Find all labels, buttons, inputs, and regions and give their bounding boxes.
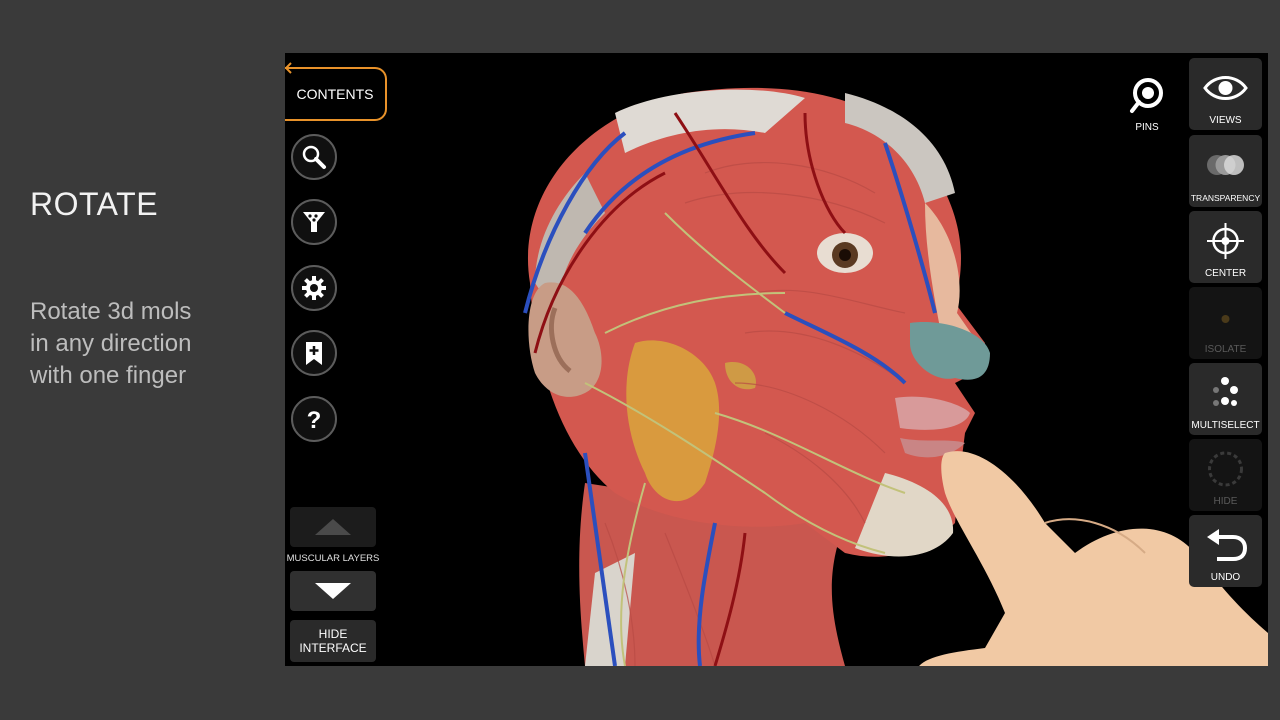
- undo-arrow-icon: [1207, 529, 1248, 561]
- svg-text:?: ?: [307, 407, 322, 433]
- triangle-down-icon: [315, 583, 351, 599]
- description-line-1: Rotate 3d mols: [30, 298, 192, 325]
- help-button[interactable]: ?: [291, 396, 337, 442]
- settings-button[interactable]: [291, 265, 337, 311]
- help-icon: ?: [307, 407, 322, 433]
- hide-interface-line1: HIDE: [318, 627, 348, 641]
- bookmark-button[interactable]: [291, 330, 337, 376]
- pin-icon: [1130, 78, 1163, 113]
- crosshair-icon: [1207, 223, 1244, 259]
- hide-button[interactable]: HIDE: [1189, 439, 1262, 511]
- search-icon: [302, 145, 326, 169]
- muscular-layers-label: MUSCULAR LAYERS: [286, 553, 380, 564]
- views-label: VIEWS: [1209, 115, 1242, 126]
- gear-icon: [302, 276, 326, 300]
- pins-button[interactable]: PINS: [1123, 77, 1171, 133]
- hide-interface-button[interactable]: HIDE INTERFACE: [290, 620, 376, 662]
- description-line-2: in any direction: [30, 330, 192, 357]
- hide-interface-line2: INTERFACE: [299, 641, 367, 655]
- transparency-label: TRANSPARENCY: [1190, 193, 1261, 203]
- filter-button[interactable]: [291, 199, 337, 245]
- isolate-dot-icon: [1221, 315, 1230, 323]
- anatomy-3d-viewport[interactable]: [285, 53, 1268, 666]
- eye-icon: [1203, 76, 1248, 100]
- isolate-label: ISOLATE: [1204, 344, 1247, 355]
- slide-title: ROTATE: [30, 186, 159, 222]
- bookmark-add-icon: [306, 342, 322, 365]
- hide-label: HIDE: [1213, 496, 1238, 507]
- multiselect-dots-icon: [1213, 377, 1238, 406]
- isolate-button[interactable]: ISOLATE: [1189, 287, 1262, 359]
- center-label: CENTER: [1204, 268, 1247, 279]
- description-line-3: with one finger: [30, 362, 187, 389]
- filter-icon: [303, 212, 325, 232]
- contents-label: CONTENTS: [296, 86, 374, 102]
- slide-description: Rotate 3d mols in any direction with one…: [30, 296, 250, 392]
- app-window: CONTENTS ? MUSCULAR LAYERS HIDE INTERFAC…: [285, 53, 1268, 666]
- dashed-circle-icon: [1208, 451, 1243, 487]
- undo-label: UNDO: [1210, 572, 1241, 583]
- undo-button[interactable]: UNDO: [1189, 515, 1262, 587]
- multiselect-label: MULTISELECT: [1191, 420, 1260, 431]
- views-button[interactable]: VIEWS: [1189, 58, 1262, 130]
- transparency-circles-icon: [1207, 155, 1244, 175]
- multiselect-button[interactable]: MULTISELECT: [1189, 363, 1262, 435]
- contents-button[interactable]: CONTENTS: [285, 67, 387, 121]
- layer-down-button[interactable]: [290, 571, 376, 611]
- center-button[interactable]: CENTER: [1189, 211, 1262, 283]
- search-button[interactable]: [291, 134, 337, 180]
- pins-label: PINS: [1135, 122, 1159, 133]
- layer-up-button[interactable]: [290, 507, 376, 547]
- transparency-button[interactable]: TRANSPARENCY: [1189, 135, 1262, 207]
- triangle-up-icon: [315, 519, 351, 535]
